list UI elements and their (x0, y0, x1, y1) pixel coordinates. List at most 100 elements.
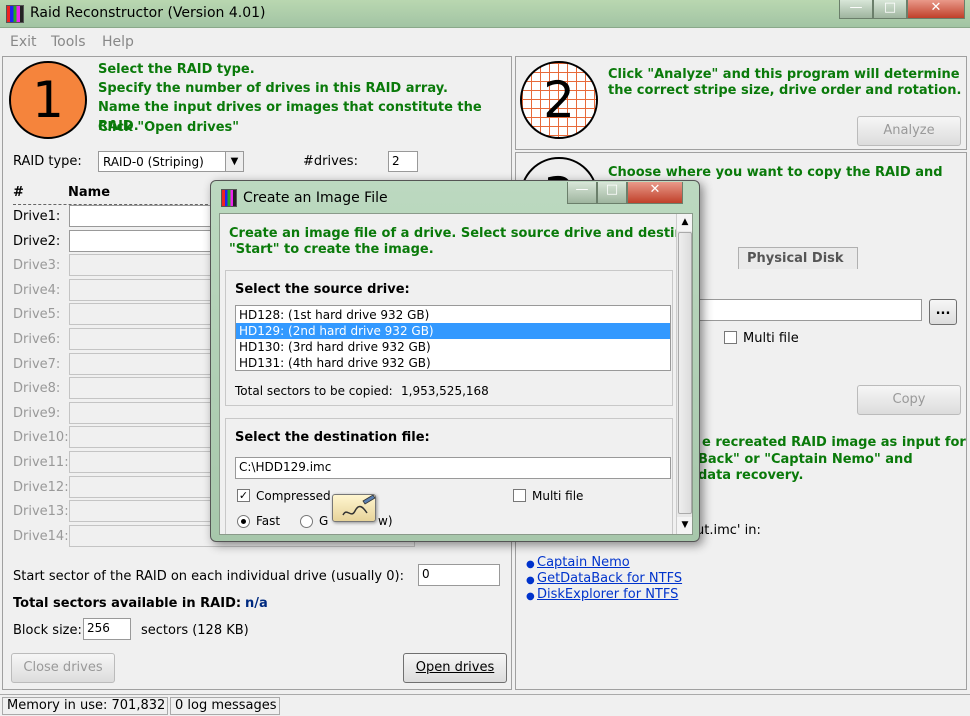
app-icon (6, 5, 24, 23)
drive-label: Drive3: (13, 258, 61, 274)
dialog-intro1: Create an image file of a drive. Select … (229, 226, 693, 241)
create-image-dialog: Create an Image File — □ ✕ Create an ima… (210, 180, 700, 542)
scroll-up-icon[interactable]: ▲ (677, 214, 692, 231)
drive-option[interactable]: HD130: (3rd hard drive 932 GB) (236, 339, 670, 355)
copy-total-value: 1,953,525,168 (401, 384, 489, 398)
compressed-checkbox[interactable]: ✓ (237, 489, 250, 502)
drive-option[interactable]: HD131: (4th hard drive 932 GB) (236, 355, 670, 371)
drive-label: Drive2: (13, 233, 61, 249)
pencil-icon (332, 494, 376, 522)
source-drive-list[interactable]: HD128: (1st hard drive 932 GB) HD129: (2… (235, 305, 671, 371)
raid-type-value: RAID-0 (Striping) (103, 155, 204, 169)
drive-label: Drive5: (13, 307, 61, 323)
status-bar: Memory in use: 701,832 0 log messages (0, 694, 970, 716)
scroll-thumb[interactable] (678, 232, 692, 514)
step1-line1: Select the RAID type. (98, 62, 255, 77)
block-size-input[interactable]: 256 (83, 618, 131, 640)
dialog-minimize-button[interactable]: — (567, 182, 597, 204)
source-group: Select the source drive: HD128: (1st har… (225, 270, 673, 406)
good-label-partial: G (319, 514, 329, 528)
scroll-down-icon[interactable]: ▼ (677, 517, 692, 534)
drive-label: Drive11: (13, 455, 69, 470)
bullet-icon: ● (526, 559, 535, 570)
step1-circle: 1 (9, 61, 87, 139)
menu-tools[interactable]: Tools (51, 34, 86, 50)
link-captain-nemo[interactable]: Captain Nemo (537, 555, 630, 570)
step2-panel: 2 Click "Analyze" and this program will … (515, 56, 967, 150)
drive-label: Drive4: (13, 282, 61, 298)
start-sector-label: Start sector of the RAID on each individ… (13, 569, 404, 584)
step2-line2: the correct stripe size, drive order and… (608, 83, 962, 98)
compressed-label: Compressed (256, 489, 331, 503)
close-button[interactable]: ✕ (907, 0, 965, 19)
window-title: Raid Reconstructor (Version 4.01) (30, 5, 266, 21)
source-label: Select the source drive: (235, 282, 410, 297)
step2-circle: 2 (520, 61, 598, 139)
fast-radio[interactable] (237, 515, 250, 528)
target-input[interactable] (696, 299, 922, 321)
status-log: 0 log messages (170, 697, 280, 715)
chevron-down-icon[interactable]: ▼ (225, 152, 243, 171)
block-size-unit: sectors (128 KB) (141, 623, 249, 638)
bullet-icon: ● (526, 575, 535, 586)
link-diskexplorer[interactable]: DiskExplorer for NTFS (537, 587, 678, 602)
total-sectors-value: n/a (245, 596, 268, 611)
raid-type-label: RAID type: (13, 154, 82, 169)
dialog-close-button[interactable]: ✕ (627, 182, 683, 204)
dialog-multi-file-label: Multi file (532, 489, 584, 503)
open-drives-button[interactable]: Open drives (403, 653, 507, 683)
dialog-body: Create an image file of a drive. Select … (219, 213, 693, 535)
menu-bar: Exit Tools Help (0, 28, 970, 54)
multi-file-checkbox[interactable] (724, 331, 737, 344)
analyze-button[interactable]: Analyze (857, 116, 961, 146)
drive-label: Drive9: (13, 405, 61, 421)
imc-text: ut.imc' in: (696, 523, 761, 538)
start-sector-input[interactable]: 0 (418, 564, 500, 586)
drive-label: Drive12: (13, 479, 69, 495)
drive-option[interactable]: HD128: (1st hard drive 932 GB) (236, 307, 670, 323)
dialog-icon (221, 189, 237, 207)
dialog-intro2: "Start" to create the image. (229, 242, 434, 257)
drive-label: Drive1: (13, 209, 61, 224)
destination-group: Select the destination file: C:\HDD129.i… (225, 418, 673, 534)
total-sectors-label: Total sectors available in RAID: (13, 596, 242, 611)
good-radio[interactable] (300, 515, 313, 528)
dest-file-input[interactable]: C:\HDD129.imc (235, 457, 671, 479)
col-name: Name (68, 185, 111, 200)
fast-label: Fast (256, 514, 281, 528)
browse-button[interactable]: ... (929, 299, 957, 325)
dialog-maximize-button[interactable]: □ (597, 182, 627, 204)
copy-total-label: Total sectors to be copied: (235, 384, 393, 398)
title-bar: Raid Reconstructor (Version 4.01) — □ ✕ (0, 0, 970, 28)
tab-physical-disk[interactable]: Physical Disk (738, 247, 858, 269)
step1-line4: Click "Open drives" (98, 120, 240, 135)
dialog-scrollbar[interactable]: ▲ ▼ (676, 214, 692, 534)
dialog-title: Create an Image File (243, 190, 388, 206)
dest-label: Select the destination file: (235, 430, 430, 445)
drive-label: Drive6: (13, 332, 61, 347)
drive-label: Drive13: (13, 504, 69, 520)
maximize-button[interactable]: □ (873, 0, 907, 19)
good-label-end: w) (378, 514, 393, 528)
status-memory: Memory in use: 701,832 (2, 697, 168, 715)
bullet-icon: ● (526, 591, 535, 602)
menu-help[interactable]: Help (102, 34, 134, 50)
raid-type-select[interactable]: RAID-0 (Striping) ▼ (98, 151, 244, 172)
link-getdataback[interactable]: GetDataBack for NTFS (537, 571, 682, 586)
close-drives-button[interactable]: Close drives (11, 653, 115, 683)
step1-line2: Specify the number of drives in this RAI… (98, 81, 448, 96)
drive-label: Drive10: (13, 430, 69, 446)
dialog-multi-file-checkbox[interactable] (513, 489, 526, 502)
copy-button[interactable]: Copy (857, 385, 961, 415)
drive-label: Drive7: (13, 356, 61, 372)
col-hash: # (13, 185, 24, 200)
step3-text3: data recovery. (698, 468, 804, 483)
drives-count-label: #drives: (303, 154, 358, 169)
multi-file-label: Multi file (743, 331, 799, 346)
drives-count-input[interactable]: 2 (388, 151, 418, 172)
drive-label: Drive14: (13, 528, 69, 544)
drive-label: Drive8: (13, 381, 61, 397)
menu-exit[interactable]: Exit (10, 34, 37, 50)
minimize-button[interactable]: — (839, 0, 873, 19)
drive-option-selected[interactable]: HD129: (2nd hard drive 932 GB) (236, 323, 670, 339)
